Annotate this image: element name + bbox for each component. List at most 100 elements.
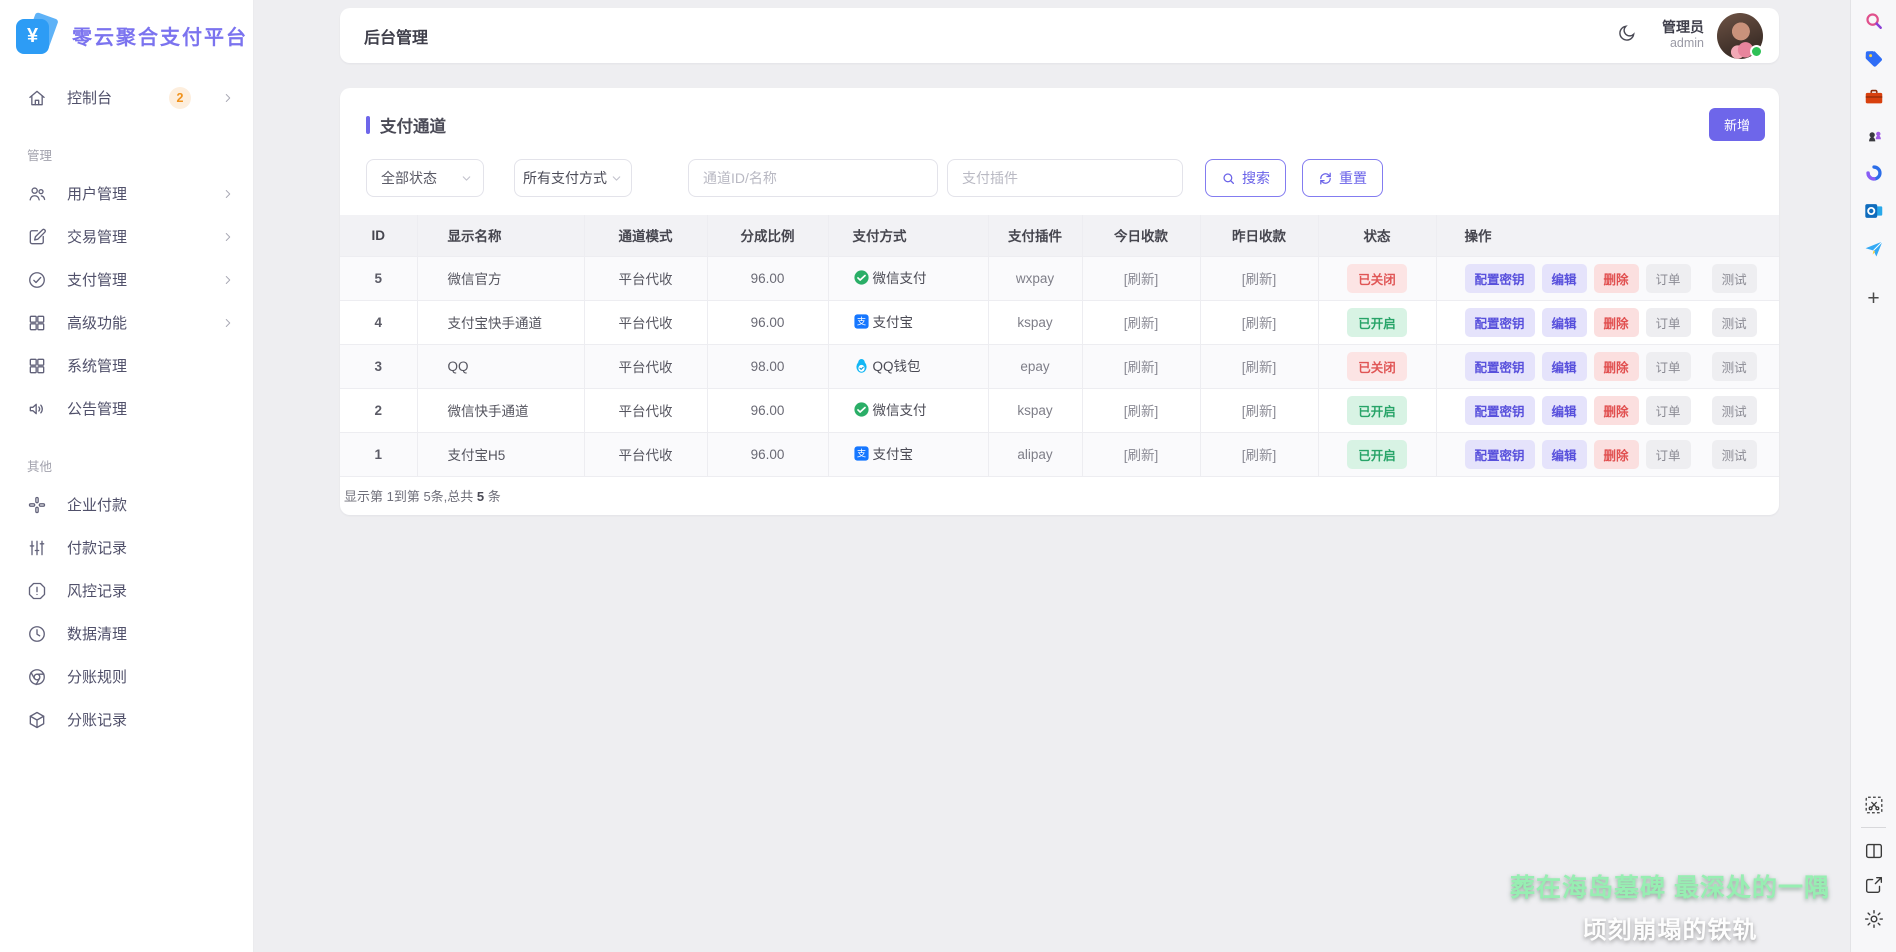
cell-plugin: epay <box>988 344 1082 388</box>
rail-toolbox-icon[interactable] <box>1863 86 1885 108</box>
yesterday-income-refresh-link[interactable]: [刷新] <box>1242 272 1277 287</box>
rail-loop-icon[interactable] <box>1863 162 1885 184</box>
payment-method-filter-select[interactable]: 所有支付方式 <box>514 159 632 197</box>
column-header: 状态 <box>1318 215 1436 256</box>
add-button[interactable]: 新增 <box>1709 108 1765 141</box>
config-keys-button[interactable]: 配置密钥 <box>1465 440 1535 469</box>
sidebar-item-数据清理[interactable]: 数据清理 <box>0 612 253 655</box>
test-button[interactable]: 测试 <box>1712 308 1757 337</box>
test-button[interactable]: 测试 <box>1712 352 1757 381</box>
delete-button[interactable]: 删除 <box>1594 352 1639 381</box>
edit-button[interactable]: 编辑 <box>1542 396 1587 425</box>
page-title: 后台管理 <box>364 24 1614 48</box>
dark-mode-toggle[interactable] <box>1614 23 1640 49</box>
cell-display-name: 微信官方 <box>417 256 584 300</box>
sidebar-item-系统管理[interactable]: 系统管理 <box>0 344 253 387</box>
rail-search-icon[interactable] <box>1863 10 1885 32</box>
edit-button[interactable]: 编辑 <box>1542 308 1587 337</box>
sidebar-item-分账规则[interactable]: 分账规则 <box>0 655 253 698</box>
today-income-refresh-link[interactable]: [刷新] <box>1124 360 1159 375</box>
config-keys-button[interactable]: 配置密钥 <box>1465 264 1535 293</box>
grid-icon <box>27 313 47 333</box>
cell-payment-method: 微信支付 <box>828 256 988 300</box>
sidebar-item-风控记录[interactable]: 风控记录 <box>0 569 253 612</box>
column-header: 显示名称 <box>417 215 584 256</box>
column-header: 今日收款 <box>1082 215 1200 256</box>
channel-search-input[interactable] <box>688 159 938 197</box>
today-income-refresh-link[interactable]: [刷新] <box>1124 316 1159 331</box>
cell-status: 已关闭 <box>1318 256 1436 300</box>
sidebar-item-企业付款[interactable]: 企业付款 <box>0 483 253 526</box>
sidebar-item-dashboard[interactable]: 控制台 2 <box>0 76 253 119</box>
delete-button[interactable]: 删除 <box>1594 440 1639 469</box>
sidebar-item-用户管理[interactable]: 用户管理 <box>0 172 253 215</box>
wechat-pay-icon <box>853 269 870 286</box>
edit-button[interactable]: 编辑 <box>1542 440 1587 469</box>
test-button[interactable]: 测试 <box>1712 264 1757 293</box>
sidebar-item-分账记录[interactable]: 分账记录 <box>0 698 253 741</box>
today-income-refresh-link[interactable]: [刷新] <box>1124 448 1159 463</box>
delete-button[interactable]: 删除 <box>1594 396 1639 425</box>
cell-channel-mode: 平台代收 <box>584 432 707 476</box>
yesterday-income-refresh-link[interactable]: [刷新] <box>1242 448 1277 463</box>
sidebar-item-公告管理[interactable]: 公告管理 <box>0 387 253 430</box>
status-badge: 已开启 <box>1347 440 1407 469</box>
test-button[interactable]: 测试 <box>1712 440 1757 469</box>
dashboard-badge: 2 <box>169 87 191 109</box>
rail-external-link-icon[interactable] <box>1863 874 1885 896</box>
cell-plugin: wxpay <box>988 256 1082 300</box>
config-keys-button[interactable]: 配置密钥 <box>1465 352 1535 381</box>
order-button[interactable]: 订单 <box>1646 264 1691 293</box>
rail-settings-icon[interactable] <box>1863 908 1885 930</box>
order-button[interactable]: 订单 <box>1646 308 1691 337</box>
svg-text:支: 支 <box>856 315 865 327</box>
cell-status: 已开启 <box>1318 300 1436 344</box>
cell-display-name: 支付宝快手通道 <box>417 300 584 344</box>
search-button[interactable]: 搜索 <box>1205 159 1286 197</box>
cell-id: 3 <box>340 344 417 388</box>
today-income-refresh-link[interactable]: [刷新] <box>1124 272 1159 287</box>
table-summary: 显示第 1到第 5条,总共 5 条 <box>344 486 1779 505</box>
plugin-search-input[interactable] <box>947 159 1183 197</box>
order-button[interactable]: 订单 <box>1646 352 1691 381</box>
edit-icon <box>27 227 47 247</box>
today-income-refresh-link[interactable]: [刷新] <box>1124 404 1159 419</box>
order-button[interactable]: 订单 <box>1646 440 1691 469</box>
slack-icon <box>27 495 47 515</box>
rail-tag-icon[interactable] <box>1863 48 1885 70</box>
today-income-cell: [刷新] <box>1082 388 1200 432</box>
test-button[interactable]: 测试 <box>1712 396 1757 425</box>
cell-actions: 配置密钥编辑删除订单测试 <box>1436 256 1779 300</box>
yesterday-income-cell: [刷新] <box>1200 256 1318 300</box>
column-header: 通道模式 <box>584 215 707 256</box>
rail-snip-icon[interactable] <box>1863 794 1885 816</box>
delete-button[interactable]: 删除 <box>1594 308 1639 337</box>
edit-button[interactable]: 编辑 <box>1542 352 1587 381</box>
config-keys-button[interactable]: 配置密钥 <box>1465 308 1535 337</box>
rail-plus-icon[interactable]: + <box>1863 288 1885 310</box>
yesterday-income-cell: [刷新] <box>1200 344 1318 388</box>
yesterday-income-refresh-link[interactable]: [刷新] <box>1242 316 1277 331</box>
delete-button[interactable]: 删除 <box>1594 264 1639 293</box>
sidebar-item-交易管理[interactable]: 交易管理 <box>0 215 253 258</box>
sidebar-item-支付管理[interactable]: 支付管理 <box>0 258 253 301</box>
rail-chess-icon[interactable] <box>1863 124 1885 146</box>
avatar[interactable] <box>1717 13 1763 59</box>
rail-split-view-icon[interactable] <box>1863 840 1885 862</box>
rail-send-icon[interactable] <box>1863 238 1885 260</box>
column-header: ID <box>340 215 417 256</box>
check-circle-icon <box>27 270 47 290</box>
edit-button[interactable]: 编辑 <box>1542 264 1587 293</box>
sidebar-item-付款记录[interactable]: 付款记录 <box>0 526 253 569</box>
order-button[interactable]: 订单 <box>1646 396 1691 425</box>
status-filter-select[interactable]: 全部状态 <box>366 159 484 197</box>
yesterday-income-refresh-link[interactable]: [刷新] <box>1242 404 1277 419</box>
rail-outlook-icon[interactable] <box>1863 200 1885 222</box>
sidebar-item-label: 企业付款 <box>67 494 235 515</box>
reset-button[interactable]: 重置 <box>1302 159 1383 197</box>
config-keys-button[interactable]: 配置密钥 <box>1465 396 1535 425</box>
chevron-right-icon <box>221 187 235 201</box>
sidebar-item-高级功能[interactable]: 高级功能 <box>0 301 253 344</box>
speaker-icon <box>27 399 47 419</box>
yesterday-income-refresh-link[interactable]: [刷新] <box>1242 360 1277 375</box>
